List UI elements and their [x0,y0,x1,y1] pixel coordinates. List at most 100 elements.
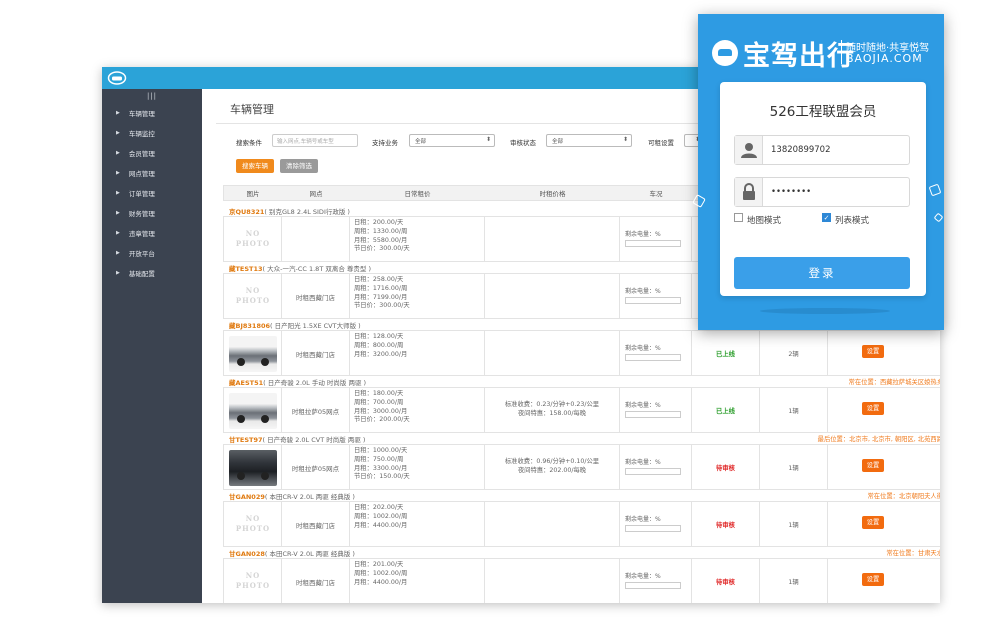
cell-action: 设置 [828,502,940,546]
set-button[interactable]: 设置 [862,459,884,472]
station-name: 时租拉萨05网点 [291,408,340,416]
review-status-label: 审核状态 [510,139,536,147]
cell-condition: 剩余电量：% [620,274,692,318]
vehicle-location: 最后位置：北京市, 北京市, 朝阳区, 北苑西路 [817,436,940,443]
car-photo[interactable] [229,450,277,486]
station-name: 时租拉萨05网点 [291,465,340,473]
column-header-photo: 图片 [246,190,260,198]
cell-station: 时租西藏门店 [282,331,350,375]
cell-count: 1辆 [760,559,828,603]
card-shadow [760,308,890,314]
battery-bar [625,354,681,361]
sidebar-item-violation-management[interactable]: ▶ 违章管理 [102,223,202,243]
hourly-price-line: 标准收费：0.23/分钟+0.23/公里 [504,401,600,408]
plate-number[interactable]: 藏BJ831806 [229,322,270,330]
chevron-right-icon: ▶ [116,130,120,136]
vehicle-row-body: NO PHOTO 时租西藏门店 日租：202.00/天 周租：1002.00/周 月租：… [223,501,940,547]
station-name: 时租西藏门店 [296,351,335,359]
cell-status: 待审核 [692,445,760,489]
set-button[interactable]: 设置 [862,402,884,415]
daily-prices: 日租：258.00/天 周租：1716.00/周 月租：7199.00/月 节日价：3… [354,276,410,311]
hourly-price-line: 夜间特惠：158.00/每晚 [517,410,587,417]
cell-condition: 剩余电量：% [620,559,692,603]
hourly-prices: 标准收费：0.96/分钟+0.10/公里 夜间特惠：202.00/每晚 [485,457,619,475]
cell-station: 时租西藏门店 [282,502,350,546]
price-line: 周租：1330.00/周 [354,227,408,235]
plate-number[interactable]: 甘TEST97 [229,436,263,444]
password-field[interactable]: •••••••• [734,177,910,207]
table-row: 甘GAN029( 本田CR-V 2.0L 两驱 经典版 ) 常在位置：北京朝阳夫人… [223,491,940,547]
battery-label: 剩余电量：% [625,231,661,238]
vehicle-model: ( 日产奇骏 2.0L 手动 时尚版 两驱 ) [263,379,367,387]
menu-toggle-icon[interactable]: ||| [102,89,202,103]
sidebar-item-station-management[interactable]: ▶ 网点管理 [102,163,202,183]
sidebar-item-order-management[interactable]: ▶ 订单管理 [102,183,202,203]
sidebar-item-member-management[interactable]: ▶ 会员管理 [102,143,202,163]
sidebar-item-vehicle-management[interactable]: ▶ 车辆管理 [102,103,202,123]
sidebar-item-vehicle-monitoring[interactable]: ▶ 车辆监控 [102,123,202,143]
list-mode-checkbox[interactable]: ✓ [822,213,831,222]
price-line: 节日价：150.00/天 [354,473,410,481]
sidebar-item-label: 车辆监控 [128,130,155,138]
sidebar-item-label: 订单管理 [128,190,155,198]
map-mode-label: 地图模式 [747,216,782,226]
price-line: 日租：1000.00/天 [354,447,408,454]
search-vehicles-button[interactable]: 搜索车辆 [236,159,274,173]
sidebar-item-open-platform[interactable]: ▶ 开放平台 [102,243,202,263]
username-field[interactable]: 13820899702 [734,135,910,165]
battery-bar [625,582,681,589]
daily-prices: 日租：201.00/天 周租：1002.00/周 月租：4400.00/月 [354,561,407,587]
price-line: 日租：128.00/天 [354,333,404,340]
sidebar-item-basic-config[interactable]: ▶ 基础配置 [102,263,202,283]
chevron-right-icon: ▶ [116,230,120,236]
column-header-station: 网点 [309,190,323,198]
plate-number[interactable]: 甘GAN028 [229,550,265,558]
vehicle-title: 京QU8321( 别克GL8 2.4L SIDI行政版 ) [229,206,350,216]
search-label: 搜索条件 [236,139,262,147]
cell-count: 1辆 [760,502,828,546]
cell-hourly [485,502,620,546]
battery-label: 剩余电量：% [625,288,661,295]
price-line: 周租：1716.00/周 [354,284,408,292]
plate-number[interactable]: 藏TEST13 [229,265,263,273]
cell-condition: 剩余电量：% [620,445,692,489]
plate-number[interactable]: 甘GAN029 [229,493,265,501]
cell-station: 时租西藏门店 [282,559,350,603]
login-card: 526工程联盟会员 13820899702 •••••••• 地图模式 ✓ 列表… [720,82,926,296]
cell-station: 时租西藏门店 [282,274,350,318]
car-logo-icon [712,40,738,66]
set-button[interactable]: 设置 [862,516,884,529]
plate-number[interactable]: 京QU8321 [229,208,264,216]
column-header-hourly-price: 时租价格 [539,190,566,198]
cell-daily: 日租：180.00/天 周租：700.00/周 月租：3000.00/月 节日价：20… [350,388,485,432]
set-button[interactable]: 设置 [862,345,884,358]
price-line: 月租：3200.00/月 [354,350,408,358]
login-button[interactable]: 登录 [734,257,910,289]
price-line: 周租：750.00/周 [354,455,404,463]
plate-number[interactable]: 藏AEST51 [229,379,263,387]
battery-bar [625,240,681,247]
business-select[interactable]: 全部 [409,134,495,147]
clear-filters-button[interactable]: 清除筛选 [280,159,318,173]
car-photo[interactable] [229,336,277,372]
cell-hourly [485,331,620,375]
review-status-select[interactable]: 全部 [546,134,632,147]
vehicle-count: 1辆 [788,522,799,529]
vehicle-row-body: 时租拉萨05网点 日租：1000.00/天 周租：750.00/周 月租：3300.0… [223,444,940,490]
set-button[interactable]: 设置 [862,573,884,586]
station-name: 时租西藏门店 [296,294,335,302]
price-line: 月租：4400.00/月 [354,578,408,586]
cell-status: 已上线 [692,388,760,432]
wheel-icon [237,415,245,423]
map-mode-checkbox[interactable] [734,213,743,222]
brand-name: 宝驾出行 [743,41,855,72]
search-input[interactable]: 输入网点,车辆号或车型 [272,134,358,147]
status-badge: 待审核 [716,579,735,586]
cell-photo: NO PHOTO [224,502,282,546]
car-logo-icon [107,71,127,85]
hourly-price-line: 夜间特惠：202.00/每晚 [517,467,587,474]
car-photo[interactable] [229,393,277,429]
login-card-title: 526工程联盟会员 [769,104,877,120]
sidebar-item-finance-management[interactable]: ▶ 财务管理 [102,203,202,223]
user-icon [735,136,763,164]
